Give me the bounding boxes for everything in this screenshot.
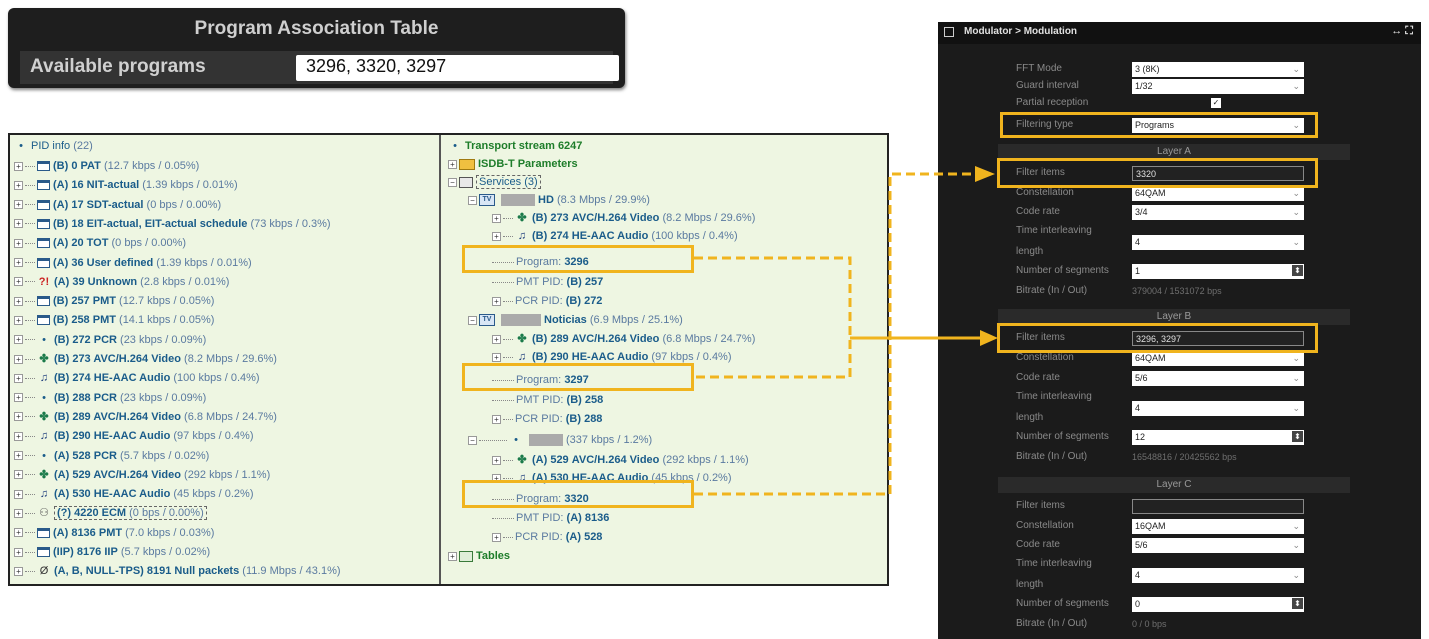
- connector-3320-layer-a: [694, 172, 975, 496]
- arrowhead-layer-b: [980, 330, 998, 346]
- connector-3296-3297: [694, 256, 852, 379]
- connector-lines: [694, 166, 998, 496]
- screenshot-canvas: Program Association Table Available prog…: [0, 0, 1429, 639]
- arrowhead-layer-a: [975, 166, 995, 182]
